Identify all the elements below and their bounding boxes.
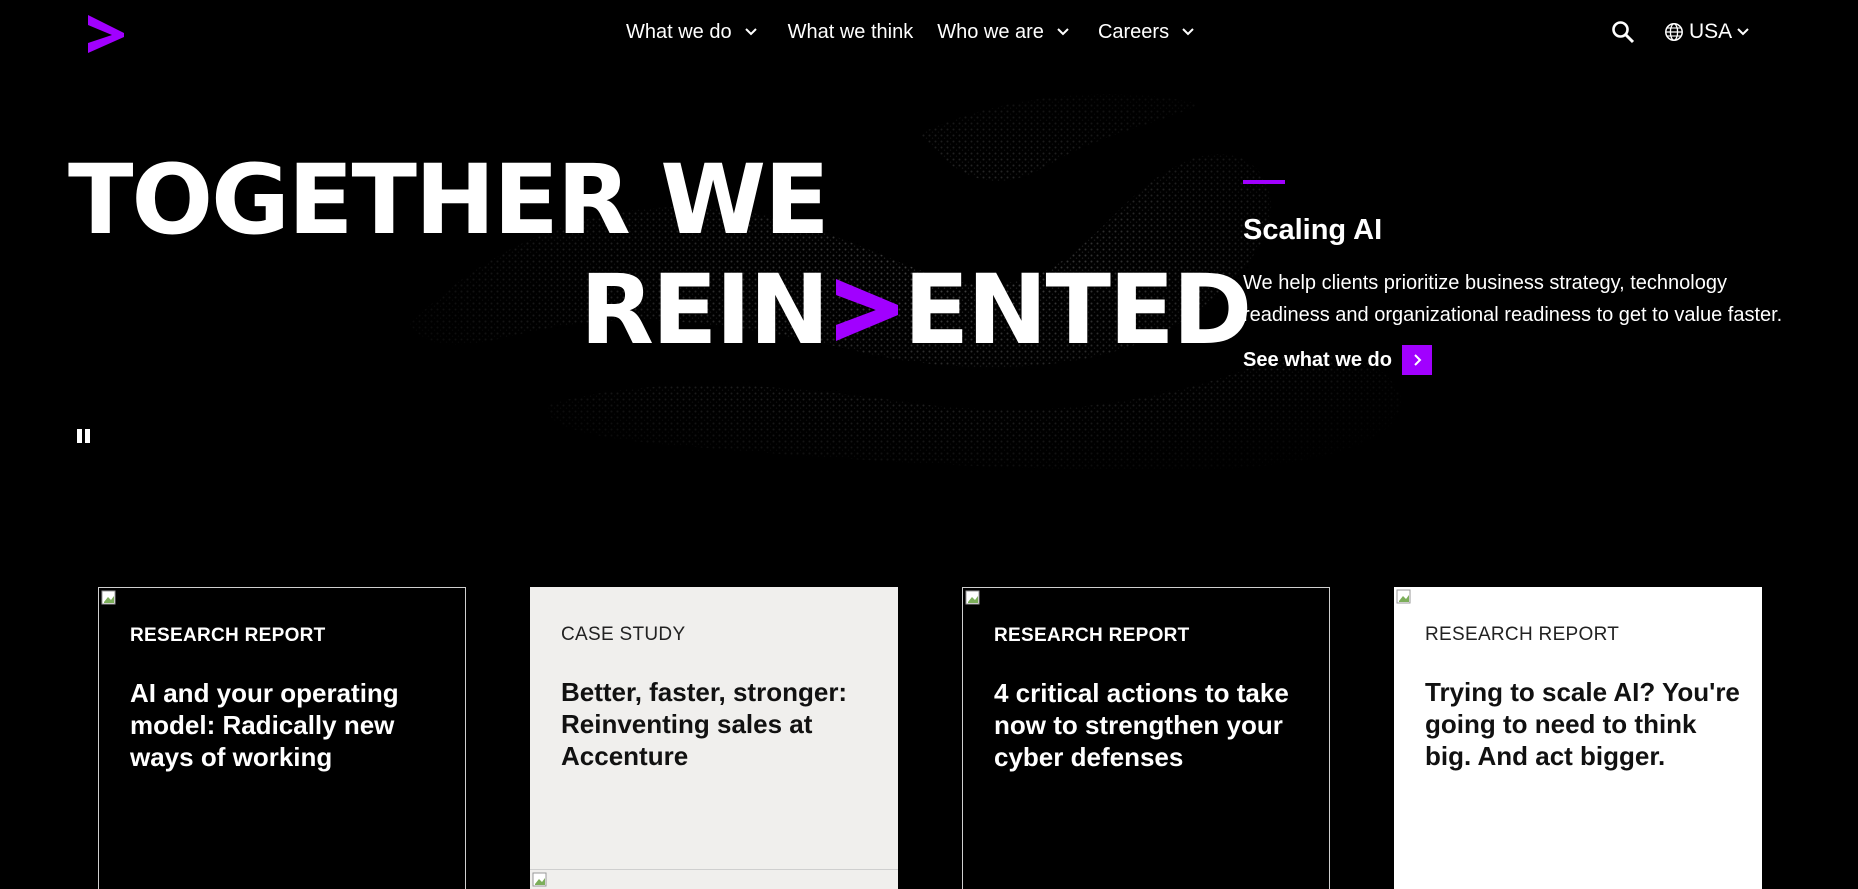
nav-item-label: Careers: [1097, 20, 1170, 43]
nav-item-careers[interactable]: Careers: [1098, 21, 1195, 44]
card-type-label: RESEARCH REPORT: [994, 625, 1190, 646]
pause-animation-button[interactable]: [76, 427, 92, 445]
feature-link-label: See what we do: [1243, 348, 1392, 371]
content-card[interactable]: CASE STUDY Better, faster, stronger: Rei…: [530, 587, 898, 889]
card-title: 4 critical actions to take now to streng…: [994, 678, 1289, 772]
card-title: AI and your operating model: Radically n…: [130, 678, 399, 772]
nav-item-label: What we think: [787, 20, 914, 43]
broken-image-icon: [532, 872, 547, 887]
feature-title: Scaling AI: [1243, 214, 1383, 246]
content-card[interactable]: RESEARCH REPORT Trying to scale AI? You'…: [1394, 587, 1762, 889]
headline-part-after: ENTED: [903, 254, 1253, 366]
nav-item-who-we-are[interactable]: Who we are: [937, 21, 1070, 44]
accent-greater-than-icon: [835, 279, 898, 341]
nav-item-label: Who we are: [937, 20, 1044, 43]
broken-image-icon: [101, 590, 116, 605]
headline-part-before: REIN: [580, 254, 830, 366]
chevron-down-icon: [1182, 28, 1194, 36]
hero-headline-line-2: REIN ENTED: [580, 254, 1253, 366]
card-type-label: RESEARCH REPORT: [130, 625, 326, 646]
card-title: Trying to scale AI? You're going to need…: [1425, 677, 1740, 771]
chevron-down-icon: [744, 28, 757, 36]
broken-image-icon: [1396, 589, 1411, 604]
card-type-label: CASE STUDY: [561, 624, 686, 645]
pause-icon: [77, 429, 82, 443]
hero-headline-line-1: TOGETHER WE: [68, 144, 830, 256]
nav-utilities: USA: [1610, 16, 1750, 48]
content-card[interactable]: RESEARCH REPORT 4 critical actions to ta…: [962, 587, 1330, 889]
nav-item-label: What we do: [626, 20, 732, 43]
content-card[interactable]: RESEARCH REPORT AI and your operating mo…: [98, 587, 466, 889]
card-image: [530, 869, 898, 889]
accenture-logo[interactable]: [82, 13, 126, 55]
card-title: Better, faster, stronger: Reinventing sa…: [561, 677, 848, 771]
nav-item-what-we-think[interactable]: What we think: [788, 21, 914, 44]
country-selector[interactable]: USA: [1664, 20, 1750, 44]
chevron-down-icon: [1057, 28, 1069, 36]
top-navigation: What we do What we think Who we are Care…: [0, 0, 1858, 64]
card-type-label: RESEARCH REPORT: [1425, 624, 1620, 645]
country-label: USA: [1689, 20, 1733, 43]
chevron-down-icon: [1737, 28, 1749, 36]
hero-section: TOGETHER WE REIN ENTED Scaling AI We hel…: [0, 64, 1858, 484]
hero-feature-panel: Scaling AI We help clients prioritize bu…: [1243, 180, 1783, 375]
broken-image-icon: [965, 590, 980, 605]
see-what-we-do-link[interactable]: See what we do: [1243, 345, 1783, 375]
arrow-right-icon: [1401, 345, 1432, 375]
search-icon[interactable]: [1610, 19, 1636, 45]
accent-bar: [1243, 180, 1285, 184]
page: What we do What we think Who we are Care…: [0, 0, 1858, 889]
globe-icon: [1665, 23, 1683, 41]
main-menu: What we do What we think Who we are Care…: [626, 18, 1195, 46]
accenture-greater-than-logo-icon: [88, 15, 124, 53]
content-cards: RESEARCH REPORT AI and your operating mo…: [98, 587, 1762, 889]
nav-item-what-we-do[interactable]: What we do: [626, 21, 758, 44]
feature-description: We help clients prioritize business stra…: [1243, 272, 1783, 326]
